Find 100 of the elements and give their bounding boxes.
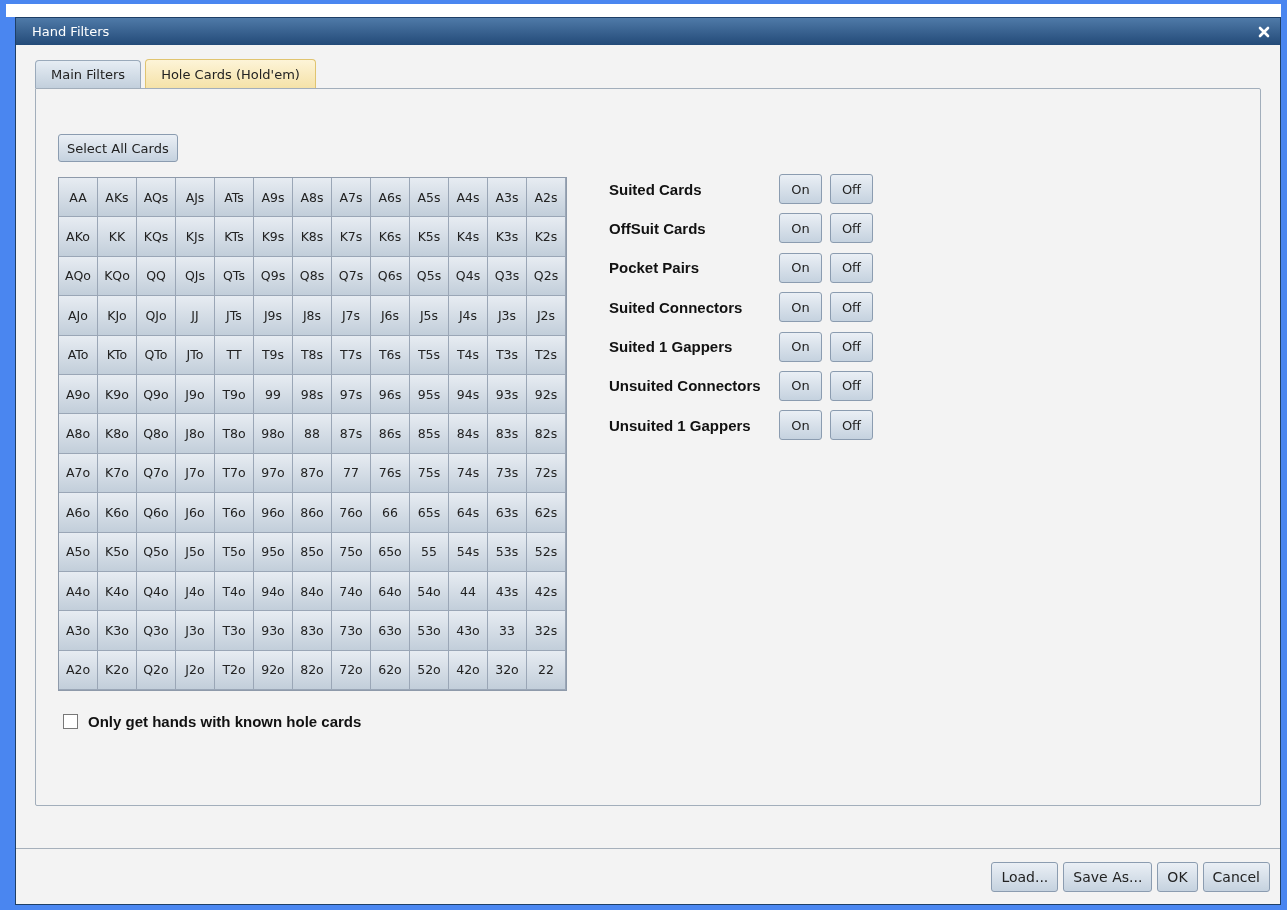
hand-cell[interactable]: JTs <box>215 296 254 336</box>
hand-cell[interactable]: 33 <box>488 611 527 651</box>
hand-cell[interactable]: KTs <box>215 217 254 257</box>
hand-cell[interactable]: Q9s <box>254 256 293 297</box>
off-button[interactable]: Off <box>830 410 873 441</box>
hand-cell[interactable]: A2s <box>527 178 566 218</box>
hand-cell[interactable]: 93s <box>488 374 527 415</box>
hand-cell[interactable]: 84s <box>449 414 488 454</box>
on-button[interactable]: On <box>779 174 822 204</box>
hand-cell[interactable]: 96o <box>254 493 293 533</box>
hand-cell[interactable]: KJs <box>176 217 215 257</box>
hand-cell[interactable]: J2o <box>176 650 215 691</box>
hand-cell[interactable]: KQs <box>137 217 176 257</box>
hand-cell[interactable]: K5o <box>98 532 137 572</box>
hand-cell[interactable]: J2s <box>527 296 566 336</box>
hand-cell[interactable]: 66 <box>371 493 410 533</box>
hand-cell[interactable]: 75s <box>410 453 449 494</box>
hand-cell[interactable]: J6o <box>176 493 215 533</box>
hand-cell[interactable]: J4o <box>176 571 215 612</box>
hand-cell[interactable]: A6o <box>59 493 98 533</box>
hand-cell[interactable]: KTo <box>98 335 137 375</box>
hand-cell[interactable]: J8s <box>293 296 332 336</box>
hand-cell[interactable]: 55 <box>410 532 449 572</box>
hand-cell[interactable]: 96s <box>371 374 410 415</box>
hand-cell[interactable]: 72s <box>527 453 566 494</box>
hand-cell[interactable]: K2o <box>98 650 137 691</box>
dialog-button[interactable]: Cancel <box>1202 861 1270 892</box>
hand-cell[interactable]: A3s <box>488 178 527 218</box>
hand-cell[interactable]: 65s <box>410 493 449 533</box>
hand-cell[interactable]: TT <box>215 335 254 375</box>
hand-cell[interactable]: 53o <box>410 611 449 651</box>
hand-cell[interactable]: T2o <box>215 650 254 691</box>
hand-cell[interactable]: 54o <box>410 571 449 612</box>
hand-cell[interactable]: Q3o <box>137 611 176 651</box>
hand-cell[interactable]: J7o <box>176 453 215 494</box>
hand-cell[interactable]: Q8s <box>293 256 332 297</box>
hand-cell[interactable]: T8o <box>215 414 254 454</box>
dialog-button[interactable]: OK <box>1157 861 1198 892</box>
off-button[interactable]: Off <box>830 370 873 401</box>
hand-cell[interactable]: Q8o <box>137 414 176 454</box>
hand-cell[interactable]: T5s <box>410 335 449 375</box>
hand-cell[interactable]: 43o <box>449 611 488 651</box>
hand-cell[interactable]: A9o <box>59 374 98 415</box>
hand-cell[interactable]: 62s <box>527 493 566 533</box>
hand-cell[interactable]: A5o <box>59 532 98 572</box>
hand-cell[interactable]: 32o <box>488 650 527 691</box>
hand-cell[interactable]: KQo <box>98 256 137 297</box>
hand-cell[interactable]: K4o <box>98 571 137 612</box>
hand-cell[interactable]: AKo <box>59 217 98 257</box>
hand-cell[interactable]: 73o <box>332 611 371 651</box>
hand-cell[interactable]: K3s <box>488 217 527 257</box>
hand-cell[interactable]: A7o <box>59 453 98 494</box>
hand-cell[interactable]: T9o <box>215 374 254 415</box>
hand-cell[interactable]: 76o <box>332 493 371 533</box>
hand-cell[interactable]: AQo <box>59 256 98 297</box>
hand-cell[interactable]: 63o <box>371 611 410 651</box>
off-button[interactable]: Off <box>830 292 873 323</box>
hand-cell[interactable]: 98o <box>254 414 293 454</box>
hand-cell[interactable]: J5o <box>176 532 215 572</box>
hand-cell[interactable]: 97o <box>254 453 293 494</box>
hand-cell[interactable]: J3o <box>176 611 215 651</box>
hand-cell[interactable]: 94s <box>449 374 488 415</box>
hand-cell[interactable]: T7s <box>332 335 371 375</box>
hand-cell[interactable]: Q7s <box>332 256 371 297</box>
hand-cell[interactable]: 99 <box>254 374 293 415</box>
hand-cell[interactable]: T3o <box>215 611 254 651</box>
hand-cell[interactable]: 22 <box>527 650 566 691</box>
hand-cell[interactable]: K9s <box>254 217 293 257</box>
hand-cell[interactable]: K4s <box>449 217 488 257</box>
hand-cell[interactable]: A9s <box>254 178 293 218</box>
hand-cell[interactable]: J9o <box>176 374 215 415</box>
hand-cell[interactable]: 77 <box>332 453 371 494</box>
hand-cell[interactable]: JJ <box>176 296 215 336</box>
dialog-button[interactable]: Save As... <box>1063 861 1153 892</box>
hand-cell[interactable]: 63s <box>488 493 527 533</box>
hand-cell[interactable]: 92o <box>254 650 293 691</box>
hand-cell[interactable]: J5s <box>410 296 449 336</box>
hand-cell[interactable]: 94o <box>254 571 293 612</box>
hand-cell[interactable]: 62o <box>371 650 410 691</box>
hand-cell[interactable]: Q6s <box>371 256 410 297</box>
hand-cell[interactable]: 64s <box>449 493 488 533</box>
hand-cell[interactable]: A2o <box>59 650 98 691</box>
hand-cell[interactable]: 93o <box>254 611 293 651</box>
hand-cell[interactable]: 42o <box>449 650 488 691</box>
hand-cell[interactable]: T4s <box>449 335 488 375</box>
hand-cell[interactable]: JTo <box>176 335 215 375</box>
hand-cell[interactable]: 44 <box>449 571 488 612</box>
hand-cell[interactable]: 85o <box>293 532 332 572</box>
off-button[interactable]: Off <box>830 252 873 283</box>
off-button[interactable]: Off <box>830 174 873 204</box>
hand-cell[interactable]: 87s <box>332 414 371 454</box>
hand-cell[interactable]: AJo <box>59 296 98 336</box>
checkbox[interactable] <box>63 714 78 730</box>
on-button[interactable]: On <box>779 410 822 441</box>
hand-cell[interactable]: K6s <box>371 217 410 257</box>
hand-cell[interactable]: 75o <box>332 532 371 572</box>
hand-cell[interactable]: AA <box>59 178 98 218</box>
hand-cell[interactable]: Q4o <box>137 571 176 612</box>
hand-cell[interactable]: QTs <box>215 256 254 297</box>
hand-cell[interactable]: KJo <box>98 296 137 336</box>
